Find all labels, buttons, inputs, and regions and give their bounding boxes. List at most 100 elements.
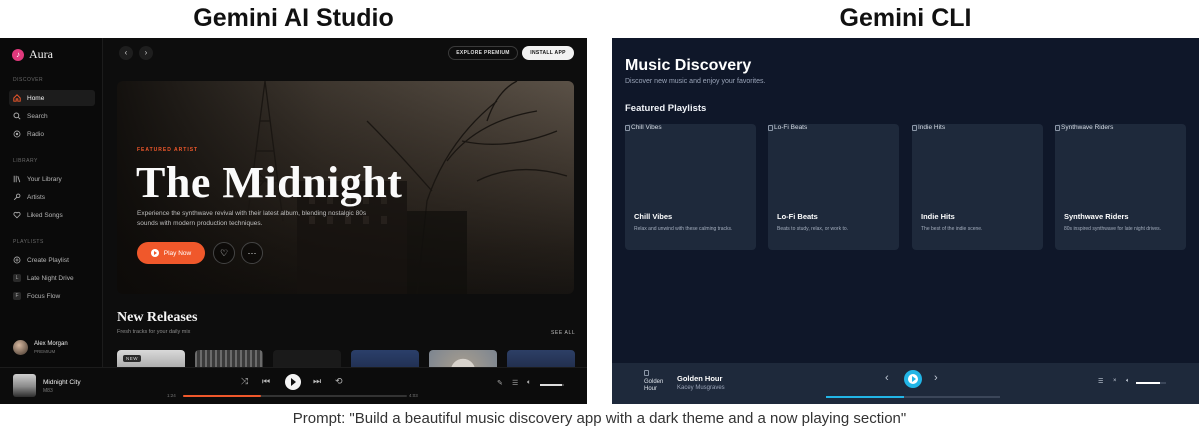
- hero-description: Experience the synthwave revival with th…: [137, 210, 367, 227]
- previous-track-icon[interactable]: ⏮: [262, 376, 270, 387]
- featured-playlists-heading: Featured Playlists: [625, 103, 707, 114]
- broken-image-placeholder: Lo-Fi Beats: [768, 124, 807, 131]
- duration-time: 4:03: [409, 393, 418, 398]
- image-alt-text: Indie Hits: [918, 124, 946, 131]
- microphone-icon[interactable]: ✎: [497, 379, 503, 387]
- hero-banner: FEATURED ARTIST The Midnight Experience …: [117, 81, 574, 294]
- sidebar-item-create-playlist[interactable]: Create Playlist: [9, 252, 95, 268]
- previous-icon[interactable]: ‹: [885, 372, 889, 384]
- play-now-label: Play Now: [163, 249, 192, 257]
- page-subtitle: Discover new music and enjoy your favori…: [625, 78, 766, 85]
- logo[interactable]: ♪ Aura: [12, 47, 53, 62]
- album-cover: [13, 374, 36, 397]
- sidebar-item-liked-songs[interactable]: Liked Songs: [9, 207, 95, 223]
- broken-image-icon: [644, 370, 649, 376]
- broken-image-icon: [625, 124, 630, 131]
- track-artist: M83: [43, 388, 53, 394]
- now-playing-bar: Golden Hour Golden Hour Kacey Musgraves …: [612, 363, 1199, 404]
- new-badge: NEW: [123, 355, 141, 362]
- progress-fill: [826, 396, 905, 398]
- see-all-link[interactable]: SEE ALL: [551, 330, 575, 336]
- forward-button[interactable]: ›: [139, 46, 153, 60]
- next-icon[interactable]: ›: [934, 372, 938, 384]
- playlist-card[interactable]: Chill Vibes Chill Vibes Relax and unwind…: [625, 124, 756, 250]
- sidebar-item-search[interactable]: Search: [9, 108, 95, 124]
- track-title: Midnight City: [43, 379, 81, 386]
- sidebar-item-radio[interactable]: Radio: [9, 126, 95, 142]
- plus-circle-icon: [13, 256, 21, 264]
- logo-text: Aura: [29, 47, 53, 61]
- sidebar-item-label: Radio: [27, 130, 44, 138]
- next-track-icon[interactable]: ⏭: [313, 376, 321, 387]
- like-button[interactable]: ♡: [213, 242, 235, 264]
- broken-image-icon: [1055, 124, 1060, 131]
- left-heading: Gemini AI Studio: [193, 4, 394, 32]
- volume-icon[interactable]: 🔈︎: [1126, 378, 1130, 385]
- sidebar-item-label: Home: [27, 94, 45, 102]
- library-icon: [13, 175, 21, 183]
- playlist-description: 80s inspired synthwave for late night dr…: [1064, 226, 1161, 232]
- playlist-card[interactable]: Indie Hits Indie Hits The best of the in…: [912, 124, 1043, 250]
- sidebar-item-artists[interactable]: Artists: [9, 189, 95, 205]
- repeat-icon[interactable]: ⟲: [335, 376, 343, 387]
- page-title: Music Discovery: [625, 57, 752, 74]
- playlist-card[interactable]: Lo-Fi Beats Lo-Fi Beats Beats to study, …: [768, 124, 899, 250]
- queue-icon[interactable]: ☰: [512, 379, 518, 387]
- playlist-name: Synthwave Riders: [1064, 212, 1129, 221]
- track-artist: Kacey Musgraves: [677, 385, 725, 391]
- broken-image-placeholder: Chill Vibes: [625, 124, 662, 131]
- image-alt-text: Chill Vibes: [631, 124, 662, 131]
- album-cover-placeholder: Golden Hour: [644, 370, 668, 393]
- hero-title: The Midnight: [136, 158, 403, 207]
- volume-icon[interactable]: 🔈︎: [527, 379, 531, 387]
- music-note-icon: ♪: [12, 48, 24, 61]
- microphone-icon: [13, 193, 21, 201]
- playlist-description: Relax and unwind with these calming trac…: [634, 226, 733, 232]
- play-now-button[interactable]: Play Now: [137, 242, 205, 264]
- section-label-discover: DISCOVER: [13, 77, 44, 83]
- play-icon: [150, 249, 159, 257]
- progress-fill: [183, 395, 262, 397]
- broken-image-placeholder: Indie Hits: [912, 124, 945, 131]
- sidebar-item-label: Your Library: [27, 175, 62, 183]
- search-icon: [13, 112, 21, 120]
- sidebar-item-your-library[interactable]: Your Library: [9, 171, 95, 187]
- heart-icon: [13, 211, 21, 219]
- mute-icon[interactable]: ×: [1113, 378, 1117, 384]
- aura-app-screenshot: ♪ Aura DISCOVER Home Search Radio LIBRAR…: [0, 38, 587, 404]
- volume-slider[interactable]: [540, 384, 564, 386]
- back-button[interactable]: ‹: [119, 46, 133, 60]
- sidebar-item-focus-flow[interactable]: F Focus Flow: [9, 288, 95, 304]
- playlist-description: The best of the indie scene.: [921, 226, 983, 232]
- shuffle-icon[interactable]: ⤨: [241, 376, 248, 387]
- progress-bar[interactable]: [826, 396, 1000, 398]
- right-heading: Gemini CLI: [839, 4, 972, 32]
- volume-fill: [540, 384, 562, 386]
- playlist-name: Lo-Fi Beats: [777, 212, 818, 221]
- play-pause-button[interactable]: [285, 374, 301, 390]
- sidebar-item-late-night-drive[interactable]: L Late Night Drive: [9, 270, 95, 286]
- section-label-library: LIBRARY: [13, 158, 38, 164]
- explore-premium-button[interactable]: EXPLORE PREMIUM: [448, 46, 518, 60]
- home-icon: [13, 94, 21, 102]
- radio-icon: [13, 130, 21, 138]
- image-alt-text: Synthwave Riders: [1061, 124, 1114, 131]
- progress-bar[interactable]: [183, 395, 407, 397]
- cover-alt-text: Golden Hour: [644, 379, 664, 392]
- user-name: Alex Morgan: [34, 341, 68, 347]
- broken-image-icon: [912, 124, 917, 131]
- play-button[interactable]: [904, 370, 922, 388]
- volume-slider[interactable]: [1136, 382, 1166, 384]
- sidebar-item-label: Liked Songs: [27, 211, 63, 219]
- user-profile[interactable]: Alex Morgan PREMIUM: [13, 340, 68, 355]
- prompt-caption: Prompt: "Build a beautiful music discove…: [292, 410, 907, 427]
- more-options-button[interactable]: ···: [241, 242, 263, 264]
- section-label-playlists: PLAYLISTS: [13, 239, 44, 245]
- volume-fill: [1136, 382, 1160, 384]
- install-app-button[interactable]: INSTALL APP: [522, 46, 574, 60]
- queue-icon[interactable]: ☰: [1098, 378, 1103, 385]
- sidebar-item-label: Create Playlist: [27, 256, 69, 264]
- sidebar-item-label: Search: [27, 112, 48, 120]
- playlist-card[interactable]: Synthwave Riders Synthwave Riders 80s in…: [1055, 124, 1186, 250]
- sidebar-item-home[interactable]: Home: [9, 90, 95, 106]
